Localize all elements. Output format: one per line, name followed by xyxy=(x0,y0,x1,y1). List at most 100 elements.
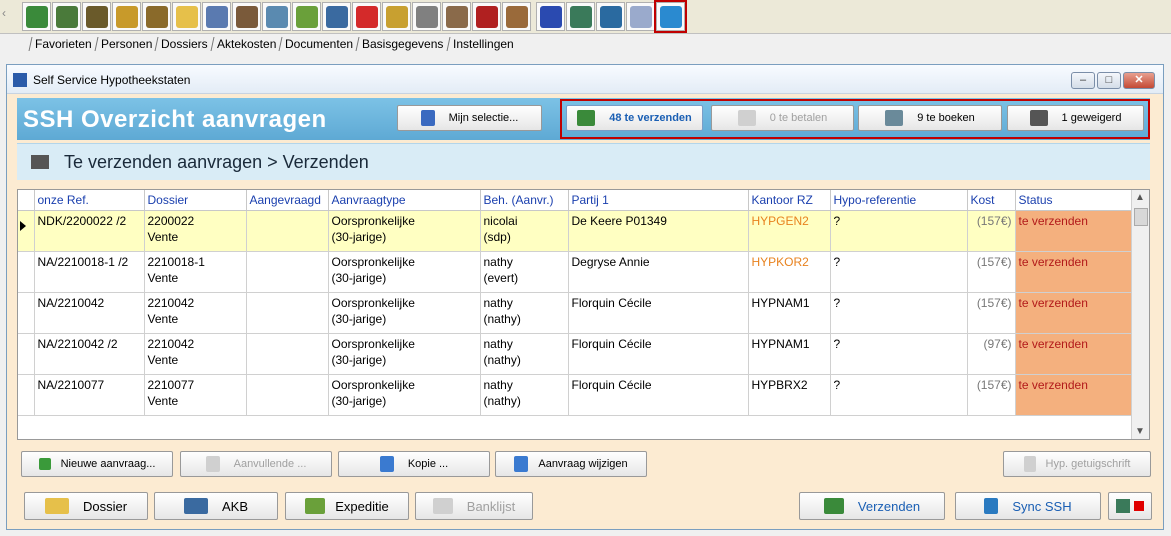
doc-plus-icon xyxy=(205,456,220,472)
table-row[interactable]: NDK/2200022 /2 2200022 Vente Oorspronkelijk… xyxy=(18,210,1134,252)
folder-open-icon xyxy=(44,498,69,514)
toolbar-button-person-file[interactable] xyxy=(142,2,171,31)
cell-hypo-ref: ? xyxy=(830,374,968,416)
view-toggle-button[interactable] xyxy=(1108,492,1152,520)
sub-header: Te verzenden aanvragen > Verzenden xyxy=(17,143,1150,180)
cell-status: te verzenden xyxy=(1015,251,1134,293)
cell-hypo-ref: ? xyxy=(830,251,968,293)
toolbar-button-persons[interactable] xyxy=(52,2,81,31)
tree-icon xyxy=(25,5,48,28)
breadcrumb: Te verzenden aanvragen > Verzenden xyxy=(64,152,369,172)
folder-icon xyxy=(175,5,198,28)
euro-icon xyxy=(737,110,756,126)
toolbar-scroll-left-icon[interactable]: ‹ xyxy=(2,6,12,28)
scroll-up-icon[interactable]: ▲ xyxy=(1135,192,1145,203)
maximize-button[interactable]: □ xyxy=(1097,72,1121,89)
requests-grid: onze Ref. Dossier Aangevraagd Aanvraagtype B… xyxy=(17,189,1150,440)
cell-requested xyxy=(246,210,329,252)
euro-icon xyxy=(432,498,453,514)
toolbar-button-ssh[interactable] xyxy=(654,0,687,33)
book-icon xyxy=(599,5,622,28)
toolbar-button-book[interactable] xyxy=(596,2,625,31)
column-header[interactable]: Dossier xyxy=(144,190,247,211)
to-book-button[interactable]: 9 te boeken xyxy=(858,105,1002,131)
to-pay-button[interactable]: 0 te betalen xyxy=(711,105,854,131)
toolbar-button-er[interactable] xyxy=(472,2,501,31)
sync-ssh-button[interactable]: Sync SSH xyxy=(955,492,1101,520)
toolbar-button-ledger[interactable] xyxy=(322,2,351,31)
column-header[interactable]: Status xyxy=(1015,190,1134,211)
column-header[interactable]: Aangevraagd xyxy=(246,190,329,211)
column-header[interactable]: onze Ref. xyxy=(34,190,145,211)
selection-button[interactable]: Mijn selectie... xyxy=(397,105,542,131)
book-send-icon xyxy=(885,110,904,126)
dossier-button[interactable]: Dossier xyxy=(24,492,148,520)
close-button[interactable]: ✕ xyxy=(1123,72,1155,89)
table-row[interactable]: NA/2210042 /2 2210042 Vente Oorspronkelijke… xyxy=(18,333,1134,375)
hyp-certificate-button[interactable]: Hyp. getuigschrift xyxy=(1003,451,1151,477)
toolbar-button-building-doc[interactable] xyxy=(232,2,261,31)
toolbar-button-notebook[interactable] xyxy=(412,2,441,31)
column-header[interactable]: Kantoor RZ xyxy=(748,190,831,211)
toolbar-button-folder[interactable] xyxy=(172,2,201,31)
person-file-icon xyxy=(145,5,168,28)
toolbar-button-building[interactable] xyxy=(262,2,291,31)
supplement-button[interactable]: Aanvullende ... xyxy=(180,451,332,477)
edit-request-button[interactable]: Aanvraag wijzigen xyxy=(495,451,647,477)
menu-tab-instellingen[interactable]: Instellingen xyxy=(446,37,519,51)
menu-tab-dossiers[interactable]: Dossiers xyxy=(154,37,214,51)
expeditie-button[interactable]: Expeditie xyxy=(285,492,409,520)
column-header[interactable]: Partij 1 xyxy=(568,190,749,211)
menu-tabs: Favorieten Personen Dossiers Aktekosten Docu… xyxy=(0,34,1171,56)
mail-send-icon xyxy=(31,155,49,169)
cell-handler: nathy (nathy) xyxy=(480,333,569,375)
toolbar-button-home[interactable] xyxy=(202,2,231,31)
cell-ref: NA/2210042 /2 xyxy=(34,333,145,375)
toolbar-button-checklist[interactable] xyxy=(292,2,321,31)
toolbar-icons xyxy=(22,0,687,33)
row-indicator xyxy=(18,251,35,293)
toolbar-button-building-person[interactable] xyxy=(442,2,471,31)
cell-status: te verzenden xyxy=(1015,292,1134,334)
minimize-button[interactable]: – xyxy=(1071,72,1095,89)
toolbar-button-plus-plus[interactable] xyxy=(536,2,565,31)
menu-tab-personen[interactable]: Personen xyxy=(94,37,158,51)
banklijst-button[interactable]: Banklijst xyxy=(415,492,533,520)
cell-status: te verzenden xyxy=(1015,210,1134,252)
scroll-down-icon[interactable]: ▼ xyxy=(1135,426,1145,437)
toolbar-button-coins[interactable] xyxy=(382,2,411,31)
pdf-icon xyxy=(1023,456,1036,472)
table-row[interactable]: NA/2210018-1 /2 2210018-1 Vente Oorspronkel… xyxy=(18,251,1134,293)
menu-tab-favorieten[interactable]: Favorieten xyxy=(28,37,98,51)
to-send-button[interactable]: 48 te verzenden xyxy=(566,105,703,131)
column-header[interactable]: Beh. (Aanvr.) xyxy=(480,190,569,211)
scroll-thumb[interactable] xyxy=(1134,208,1148,226)
table-row[interactable]: NA/2210042 2210042 Vente Oorspronkelijke (30… xyxy=(18,292,1134,334)
toolbar-button-tree[interactable] xyxy=(22,2,51,31)
column-header[interactable]: Hypo-referentie xyxy=(830,190,968,211)
toolbar-button-table[interactable] xyxy=(566,2,595,31)
table-row[interactable]: NA/2210077 2210077 Vente Oorspronkelijke (30… xyxy=(18,374,1134,416)
cell-requested xyxy=(246,251,329,293)
column-header[interactable]: Aanvraagtype xyxy=(328,190,481,211)
document-icon xyxy=(514,456,529,472)
toolbar-button-person-doc[interactable] xyxy=(82,2,111,31)
menu-tab-documenten[interactable]: Documenten xyxy=(278,37,359,51)
column-header[interactable]: Kost xyxy=(967,190,1016,211)
akb-button[interactable]: AKB xyxy=(154,492,278,520)
cell-cost: (157€) xyxy=(967,251,1016,293)
copy-button[interactable]: Kopie ... xyxy=(338,451,490,477)
menu-tab-basisgegevens[interactable]: Basisgegevens xyxy=(355,37,450,51)
grid-scrollbar[interactable]: ▲ ▼ xyxy=(1131,190,1149,439)
cell-handler: nicolai (sdp) xyxy=(480,210,569,252)
refused-button[interactable]: 1 geweigerd xyxy=(1007,105,1144,131)
toolbar-button-stamp[interactable] xyxy=(502,2,531,31)
cell-office: HYPKOR2 xyxy=(748,251,831,293)
new-request-button[interactable]: Nieuwe aanvraag... xyxy=(21,451,173,477)
toolbar-button-hand[interactable] xyxy=(626,2,655,31)
cell-cost: (157€) xyxy=(967,374,1016,416)
send-button[interactable]: Verzenden xyxy=(799,492,945,520)
menu-tab-aktekosten[interactable]: Aktekosten xyxy=(210,37,282,51)
toolbar-button-zap[interactable] xyxy=(352,2,381,31)
toolbar-button-person[interactable] xyxy=(112,2,141,31)
